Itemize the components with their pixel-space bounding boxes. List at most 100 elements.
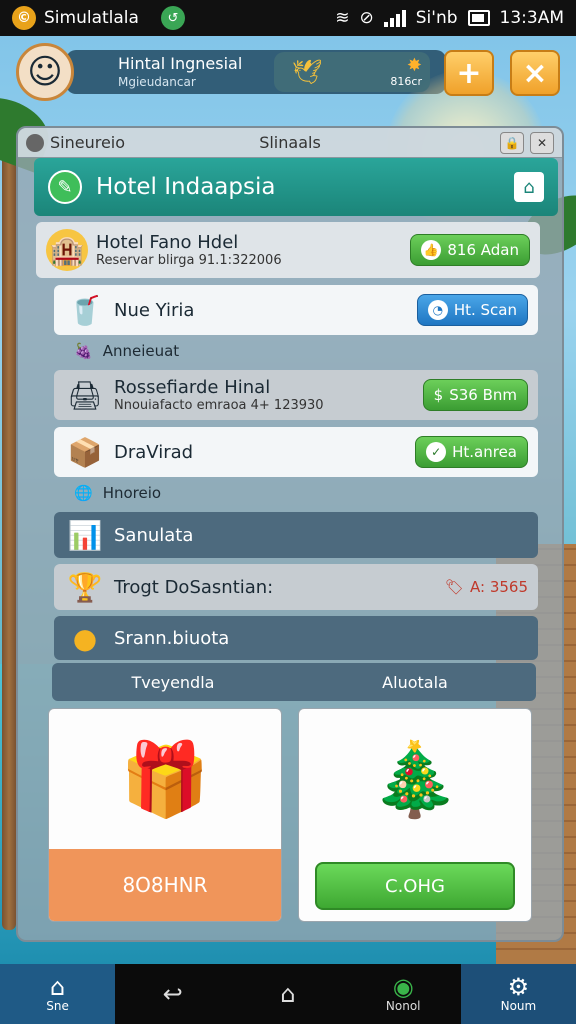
price-tag: 🏷 A: 3565 [445,578,528,596]
list-item[interactable]: 🏆 Trogt DoSasntian: 🏷 A: 3565 [54,564,538,610]
notification-icon: ↺ [160,6,185,30]
section-label: 🌐 Hnoreio [74,484,161,502]
window-bar: Sineureio Slinaals 🔒 ✕ [18,128,562,158]
section-label-text: Hnoreio [102,484,162,502]
tab-right[interactable]: Aluotala [294,663,536,701]
row-action-label: Ht. Scan [453,301,517,319]
nav-profile[interactable]: ◉ Nonol [346,964,461,1024]
globe-icon: 🌐 [74,484,93,502]
row-title: Sanulata [114,524,194,546]
nav-home[interactable]: ⌂ Sne [0,964,116,1024]
row-title: Rossefiarde Hinal [114,377,271,398]
clock-icon: ◔ [427,300,448,320]
fruit-icon: 🍇 [74,342,93,360]
row-action-button[interactable]: $ S36 Bnm [422,379,528,411]
nav-back[interactable]: ↩ [115,964,230,1024]
add-button[interactable]: + [444,50,494,96]
profile-circle-icon: ◉ [392,973,414,1001]
bottom-nav: ⌂ Sne ↩ ⌂ ◉ Nonol ⚙ Noum [0,964,576,1024]
game-header: ☺ Hintal Ingnesial Mgieudancar 🕊 ✸ 816cr… [16,42,560,102]
tab-left[interactable]: Tveyendla [52,663,294,701]
list-item[interactable]: 📦 DraVirad ✓ Ht.anrea [54,427,538,477]
row-text: Srann.biuota [114,628,229,649]
category-tabs: Tveyendla Aluotala [52,663,536,701]
avatar[interactable]: ☺ [16,43,74,101]
wifi-icon: ≋ [335,8,350,28]
row-action-label: S36 Bnm [449,386,517,404]
row-action-button[interactable]: 👍 816 Adan [410,234,530,266]
thumbs-up-icon: 👍 [421,240,442,260]
nav-settings-label: Noum [500,999,537,1013]
hotel-title: Hotel Indaapsia [96,174,276,200]
row-text: Rossefiarde Hinal Nnouiafacto emraoa 4+ … [114,377,324,413]
resource-pill[interactable]: 🕊 ✸ 816cr [274,52,430,92]
tree-gifts-icon: 🎄 [370,736,460,821]
blender-icon: 🥤 [67,293,103,327]
row-text: Sanulata [114,525,193,546]
trophy-icon: 🏆 [67,570,103,604]
row-text: DraVirad [114,442,193,463]
chart-icon: 📊 [67,518,103,552]
section-label: 🍇 Anneieuat [74,342,179,360]
dollar-icon: $ [433,386,444,404]
row-title: Trogt DoSasntian: [114,576,274,598]
app-coin-icon: © [12,6,36,30]
card-footer: C.OHG [299,851,531,921]
battery-icon [467,10,490,26]
row-subtitle: Nnouiafacto emraoa 4+ 123930 [114,398,324,413]
window-title: Slinaals [259,133,321,152]
row-action-button[interactable]: ◔ Ht. Scan [416,294,528,326]
row-action-label: 816 Adan [447,241,519,259]
card-button-label: C.OHG [385,875,445,897]
status-app-name: Simulatlala [44,8,139,28]
row-text: Trogt DoSasntian: [114,577,273,598]
row-title: Hotel Fano Hdel [96,232,239,253]
resource-amount: ✸ 816cr [390,56,422,88]
palm-tree-left [2,150,16,930]
map-icon[interactable]: ⌂ [514,172,544,202]
status-right: ≋ ⊘ Si'nb 13:3AM [335,8,564,28]
card-button[interactable]: C.OHG [315,862,515,910]
card-button-label[interactable]: 8O8HNR [122,873,207,897]
printer-icon: 🖨 [67,378,103,412]
mute-icon: ⊘ [359,8,374,28]
status-time: 13:3AM [499,8,564,28]
chest-icon: 📦 [67,435,103,469]
house-outline-icon: ⌂ [280,980,296,1008]
nav-settings[interactable]: ⚙ Noum [460,964,576,1024]
close-button[interactable]: × [510,50,560,96]
list-item[interactable]: ● Srann.biuota [54,616,538,660]
row-title: DraVirad [114,441,194,463]
row-subtitle: Reservar blirga 91.1:322006 [96,253,282,268]
coin-icon: ● [72,621,98,655]
status-bar: © Simulatlala ↺ ≋ ⊘ Si'nb 13:3AM [0,0,576,36]
shop-card[interactable]: 🎁 8O8HNR [48,708,282,922]
row-title: Nue Yiria [114,299,195,321]
list-item[interactable]: 🏨 Hotel Fano Hdel Reservar blirga 91.1:3… [36,222,540,278]
hotel-check-icon: ✎ [48,170,82,204]
row-action-label: Ht.anrea [452,443,517,461]
list-item[interactable]: 🖨 Rossefiarde Hinal Nnouiafacto emraoa 4… [54,370,538,420]
row-action-button[interactable]: ✓ Ht.anrea [415,436,528,468]
nav-home-label: Sne [46,999,69,1013]
bird-icon: 🕊 [292,58,323,86]
status-app: © Simulatlala ↺ [12,6,185,30]
nav-profile-label: Nonol [385,999,421,1013]
check-icon: ✓ [426,442,447,462]
section-label-text: Anneieuat [102,342,180,360]
star-icon: ✸ [406,55,422,77]
row-title: Srann.biuota [114,627,230,649]
status-signal-text: Si'nb [415,8,458,28]
hotel-badge-icon: 🏨 [46,229,88,271]
row-text: Nue Yiria [114,300,194,321]
home-icon: ⌂ [49,973,66,1001]
resource-amount-text: 816cr [390,74,422,88]
nav-house[interactable]: ⌂ [230,964,345,1024]
price-value: A: 3565 [470,578,528,596]
back-icon: ↩ [162,980,183,1008]
shop-card[interactable]: 🎄 C.OHG [298,708,532,922]
card-footer: 8O8HNR [49,849,281,921]
list-item[interactable]: 📊 Sanulata [54,512,538,558]
signal-icon [383,9,406,27]
list-item[interactable]: 🥤 Nue Yiria ◔ Ht. Scan [54,285,538,335]
